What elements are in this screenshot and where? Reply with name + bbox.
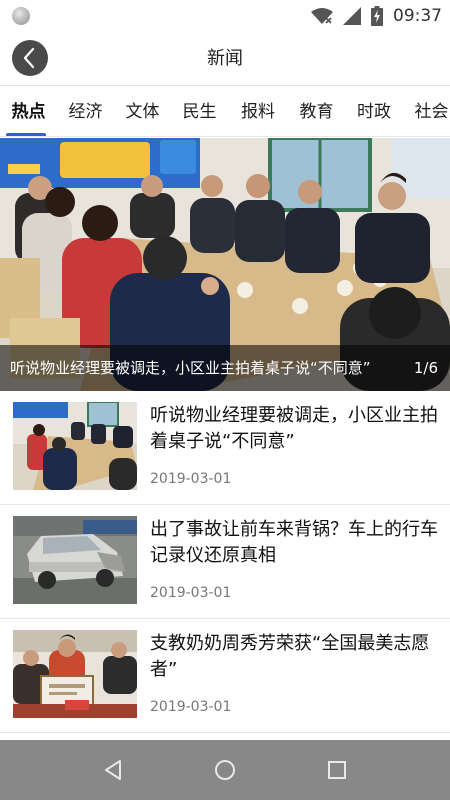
tab-education[interactable]: 教育: [288, 87, 345, 136]
tab-active-indicator: [6, 133, 46, 136]
battery-charging-icon: [371, 6, 383, 26]
news-item[interactable]: 支教奶奶周秀芳荣获“全国最美志愿者” 2019-03-01: [0, 619, 450, 733]
news-title: 支教奶奶周秀芳荣获“全国最美志愿者”: [150, 633, 430, 680]
nav-home-button[interactable]: [210, 755, 240, 785]
news-item[interactable]: 听说物业经理要被调走，小区业主拍着桌子说“不同意” 2019-03-01: [0, 391, 450, 505]
notification-icon: [12, 7, 30, 25]
tab-society[interactable]: 社会: [403, 87, 450, 136]
signal-icon: [343, 7, 361, 25]
app-header: 新闻: [0, 32, 450, 86]
nav-home-icon: [215, 760, 235, 780]
nav-recents-button[interactable]: [322, 755, 352, 785]
category-tabs: 热点 经济 文体 民生 报料 教育 时政 社会: [0, 87, 450, 137]
tab-livelihood[interactable]: 民生: [171, 87, 228, 136]
banner-carousel[interactable]: 听说物业经理要被调走，小区业主拍着桌子说“不同意” 1/6: [0, 138, 450, 391]
chevron-left-icon: [23, 47, 35, 69]
news-date: 2019-03-01: [150, 585, 232, 601]
news-thumbnail: [13, 630, 137, 718]
tab-economy[interactable]: 经济: [57, 87, 114, 136]
news-title: 出了事故让前车来背锅？车上的行车记录仪还原真相: [150, 519, 438, 566]
status-bar: 09:37: [0, 0, 450, 32]
news-title: 听说物业经理要被调走，小区业主拍着桌子说“不同意”: [150, 405, 438, 452]
tab-label: 热点: [11, 102, 46, 122]
nav-recents-icon: [328, 761, 346, 779]
news-thumbnail: [13, 516, 137, 604]
status-icons: 09:37: [311, 0, 442, 32]
tab-hot[interactable]: 热点: [0, 87, 57, 136]
news-date: 2019-03-01: [150, 471, 232, 487]
tab-culture-sports[interactable]: 文体: [114, 87, 171, 136]
news-date: 2019-03-01: [150, 699, 232, 715]
banner-caption: 听说物业经理要被调走，小区业主拍着桌子说“不同意” 1/6: [0, 345, 450, 391]
tab-report[interactable]: 报料: [228, 87, 288, 136]
banner-page-indicator: 1/6: [413, 359, 438, 377]
back-button[interactable]: [12, 40, 48, 76]
news-list: 听说物业经理要被调走，小区业主拍着桌子说“不同意” 2019-03-01 出了事…: [0, 391, 450, 733]
tab-politics[interactable]: 时政: [345, 87, 403, 136]
nav-back-icon: [105, 760, 121, 780]
news-thumbnail: [13, 402, 137, 490]
page-title: 新闻: [207, 48, 243, 69]
nav-back-button[interactable]: [98, 755, 128, 785]
news-item[interactable]: 出了事故让前车来背锅？车上的行车记录仪还原真相 2019-03-01: [0, 505, 450, 619]
banner-title: 听说物业经理要被调走，小区业主拍着桌子说“不同意”: [10, 359, 371, 377]
wifi-icon: [311, 8, 333, 24]
system-nav-bar: [0, 740, 450, 800]
status-time: 09:37: [393, 6, 442, 26]
